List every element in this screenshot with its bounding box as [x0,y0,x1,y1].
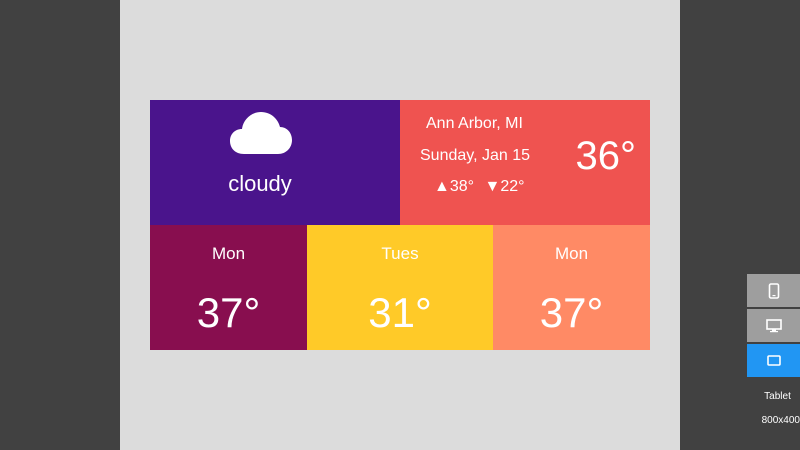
cloud-icon [230,112,292,154]
tablet-icon [766,355,781,366]
forecast-day-temp: 31° [368,289,432,336]
location-label: Ann Arbor, MI [426,115,523,132]
high-temp: ▲38° [434,178,475,195]
forecast-day: Mon 37° [150,225,307,350]
weather-widget: cloudy Ann Arbor, MI Sunday, Jan 15 ▲38°… [150,100,650,350]
condition-tile: cloudy [150,100,400,225]
high-low: ▲38° ▼22° [434,178,531,196]
phone-view-button[interactable] [747,274,800,307]
preview-stage: cloudy Ann Arbor, MI Sunday, Jan 15 ▲38°… [0,0,800,450]
today-tile: Ann Arbor, MI Sunday, Jan 15 ▲38° ▼22° 3… [400,100,650,225]
forecast-day-temp: 37° [539,289,604,336]
date-label: Sunday, Jan 15 [420,147,531,164]
device-size-label: 800x400 [761,415,800,426]
desktop-view-button[interactable] [747,309,800,342]
current-temp: 36° [575,134,637,178]
forecast-day-name: Tues [381,244,419,263]
forecast-day-temp: 37° [196,289,261,336]
low-temp: ▼22° [484,178,525,195]
condition-label: cloudy [228,171,292,196]
monitor-icon [765,318,782,332]
phone-icon [768,282,779,299]
device-toolbar [747,274,800,379]
forecast-day: Mon 37° [493,225,650,350]
forecast-day: Tues 31° [307,225,493,350]
forecast-day-name: Mon [211,244,246,263]
device-name-label: Tablet [764,391,791,402]
forecast-day-name: Mon [554,244,589,263]
tablet-view-button[interactable] [747,344,800,377]
